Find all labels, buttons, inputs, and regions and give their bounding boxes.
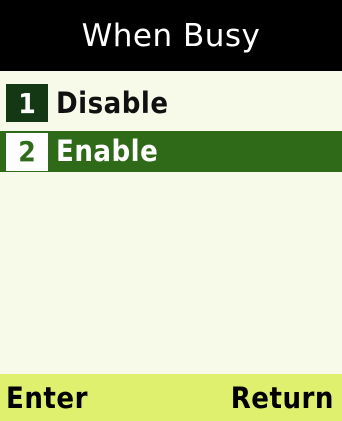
phone-screen: When Busy 1 Disable 2 Enable Enter Retur… bbox=[0, 0, 342, 421]
screen-title: When Busy bbox=[81, 17, 261, 54]
title-bar: When Busy bbox=[0, 0, 342, 71]
menu-item-label: Enable bbox=[56, 134, 159, 168]
menu-item-label: Disable bbox=[56, 85, 169, 120]
softkey-bar: Enter Return bbox=[0, 374, 342, 421]
enter-softkey[interactable]: Enter bbox=[6, 381, 88, 415]
menu-item-enable[interactable]: 2 Enable bbox=[0, 131, 342, 172]
menu-item-disable[interactable]: 1 Disable bbox=[0, 83, 342, 123]
menu-list: 1 Disable 2 Enable bbox=[0, 71, 342, 374]
menu-item-number: 1 bbox=[6, 84, 48, 122]
return-softkey[interactable]: Return bbox=[231, 381, 334, 415]
menu-item-number: 2 bbox=[6, 132, 48, 171]
